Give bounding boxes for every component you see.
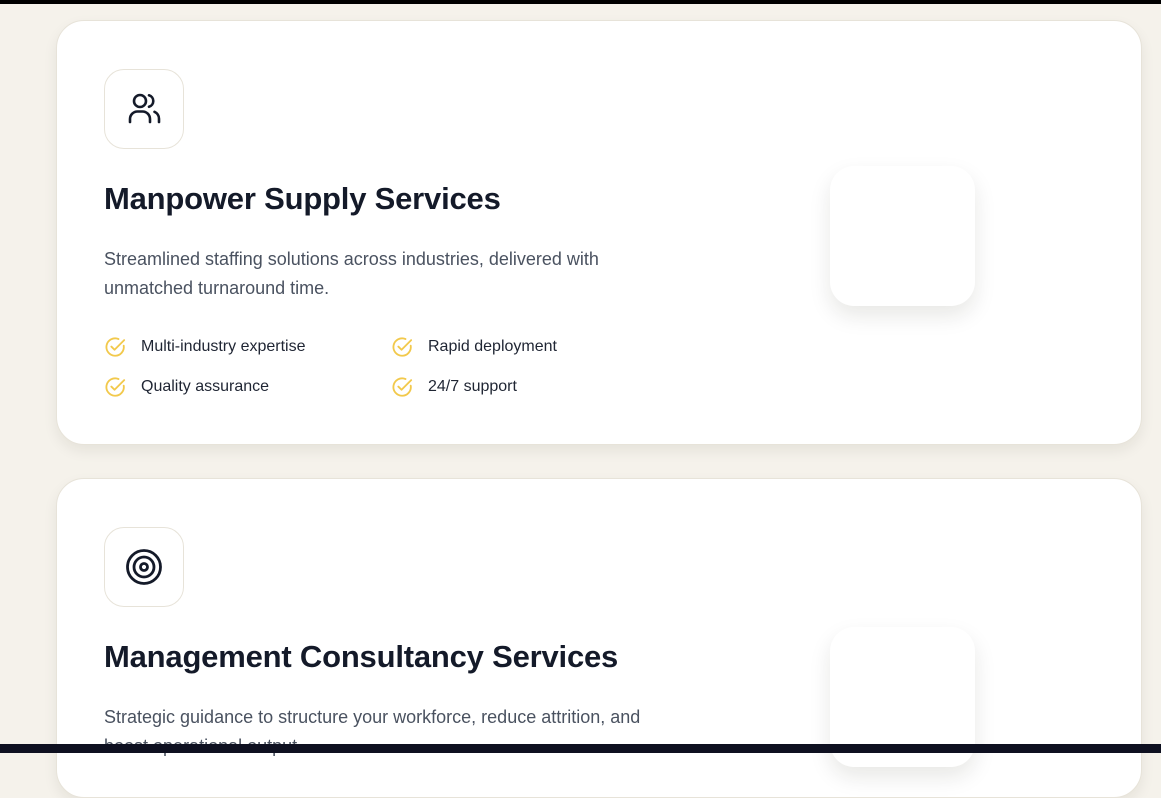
- target-icon: [126, 549, 162, 585]
- feature-item: Multi-industry expertise: [104, 334, 391, 359]
- check-circle-icon: [392, 336, 413, 357]
- service-icon-box: [104, 69, 184, 149]
- service-title: Manpower Supply Services: [104, 181, 501, 216]
- check-circle-icon: [105, 376, 126, 397]
- feature-label: Rapid deployment: [428, 337, 557, 355]
- feature-item: Quality assurance: [104, 374, 391, 399]
- bottom-edge-bar: [0, 744, 1161, 753]
- service-card-manpower: Manpower Supply Services Streamlined sta…: [56, 20, 1142, 445]
- service-description: Streamlined staffing solutions across in…: [104, 249, 599, 298]
- service-visual-panel: [830, 166, 975, 306]
- feature-item: Rapid deployment: [391, 334, 611, 359]
- top-edge-bar: [0, 0, 1161, 4]
- service-title: Management Consultancy Services: [104, 639, 619, 674]
- feature-list: Multi-industry expertise Rapid deploymen…: [104, 334, 624, 399]
- feature-label: Multi-industry expertise: [141, 337, 306, 355]
- users-icon: [128, 93, 161, 124]
- feature-label: 24/7 support: [428, 377, 517, 395]
- service-icon-box: [104, 527, 184, 607]
- feature-label: Quality assurance: [141, 377, 270, 395]
- check-circle-icon: [392, 376, 413, 397]
- check-circle-icon: [105, 336, 126, 357]
- feature-item: 24/7 support: [391, 374, 611, 399]
